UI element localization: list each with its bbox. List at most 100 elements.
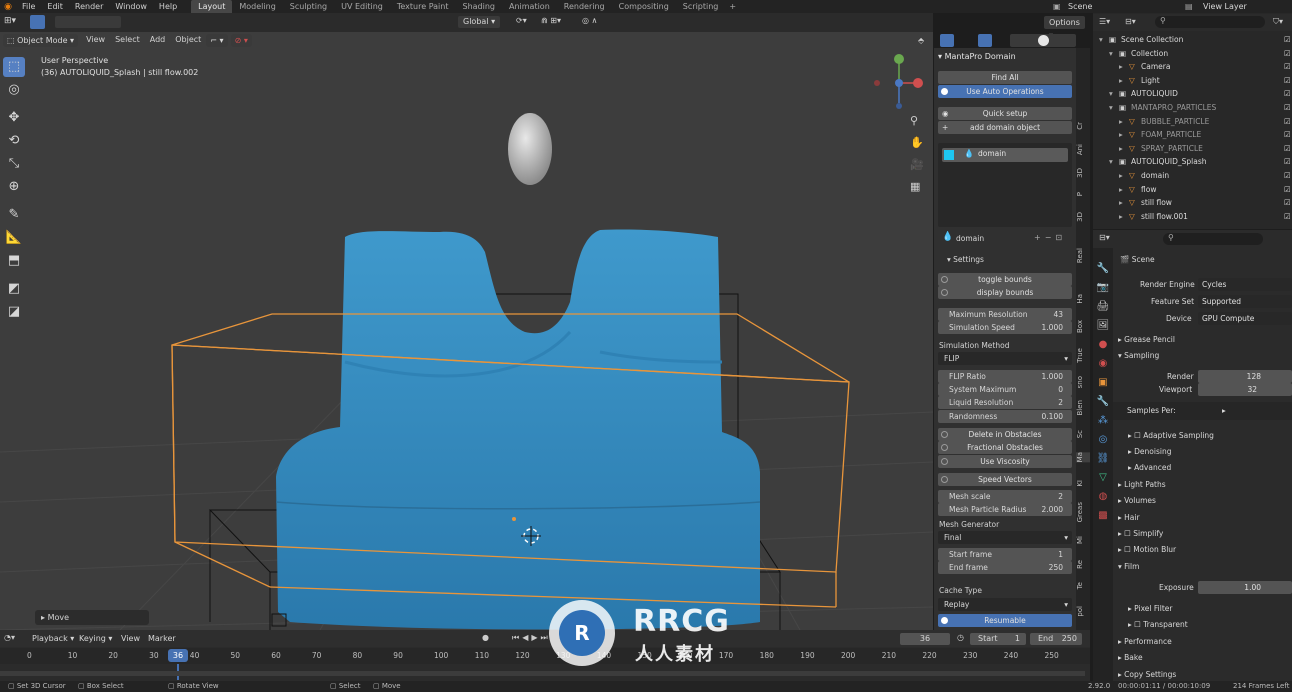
clock-icon[interactable]: ◷: [957, 633, 964, 642]
last-operator-panel[interactable]: ▸ Move: [35, 610, 149, 625]
start-frame-timeline-field[interactable]: Start 1: [970, 633, 1026, 645]
feature-set-select[interactable]: Supported: [1198, 295, 1292, 308]
expand-chevron-icon[interactable]: ▸: [1119, 210, 1123, 223]
proportional-edit-icon[interactable]: ◎ ∧: [582, 16, 597, 25]
visibility-checkbox-icon[interactable]: ☑: [1284, 128, 1291, 141]
outliner-row[interactable]: ▸ ▽ SPRAY_PARTICLE ☑: [1093, 142, 1292, 155]
render-engine-select[interactable]: Cycles: [1198, 278, 1292, 291]
visibility-checkbox-icon[interactable]: ☑: [1284, 196, 1291, 209]
sidebar-tab-ani[interactable]: Ani: [1076, 144, 1090, 155]
overlays-toggle-icon[interactable]: [978, 34, 992, 47]
data-tab-icon[interactable]: ▽: [1093, 468, 1113, 487]
navigation-gizmo[interactable]: [874, 54, 923, 109]
copy-settings-panel[interactable]: ▸ Copy Settings: [1118, 668, 1176, 681]
workspace-tab-sculpting[interactable]: Sculpting: [283, 0, 334, 13]
transparent-panel[interactable]: ▸ ☐ Transparent: [1128, 618, 1188, 631]
domain-list-item[interactable]: 💧 domain: [942, 148, 1068, 162]
menu-edit[interactable]: Edit: [41, 0, 69, 13]
extra-tool-2-icon[interactable]: ◪: [3, 302, 25, 322]
fluid-mesh[interactable]: [276, 229, 760, 630]
viewport-menu-view[interactable]: View: [81, 31, 110, 49]
display-bounds-button[interactable]: display bounds: [938, 286, 1072, 299]
expand-chevron-icon[interactable]: ▸: [1119, 74, 1123, 87]
playhead-frame-badge[interactable]: 36: [168, 649, 188, 662]
add-cube-tool-icon[interactable]: ⬒: [3, 251, 25, 271]
visibility-checkbox-icon[interactable]: ☑: [1284, 155, 1291, 168]
resumable-toggle[interactable]: Resumable: [938, 614, 1072, 627]
delete-in-obstacles-toggle[interactable]: Delete in Obstacles: [938, 428, 1072, 441]
flip-ratio-field[interactable]: FLIP Ratio 1.000: [938, 370, 1072, 383]
outliner-row[interactable]: ▾ ▣ Collection ☑: [1093, 47, 1292, 60]
render-tab-icon[interactable]: 📷: [1093, 278, 1113, 297]
record-icon[interactable]: ●: [482, 633, 489, 642]
workspace-tab-scripting[interactable]: Scripting: [676, 0, 726, 13]
output-tab-icon[interactable]: 🖨: [1093, 297, 1113, 316]
use-viscosity-toggle[interactable]: Use Viscosity: [938, 455, 1072, 468]
expand-chevron-icon[interactable]: ▸: [1119, 183, 1123, 196]
workspace-tab-shading[interactable]: Shading: [455, 0, 502, 13]
outliner-row[interactable]: ▾ ▣ AUTOLIQUID ☑: [1093, 87, 1292, 100]
properties-search-input[interactable]: [1163, 233, 1263, 245]
add-workspace-icon[interactable]: +: [725, 2, 740, 11]
sidebar-tab-re[interactable]: Re: [1076, 560, 1090, 569]
mesh-scale-field[interactable]: Mesh scale 2: [938, 490, 1072, 503]
menu-help[interactable]: Help: [153, 0, 183, 13]
start-frame-field[interactable]: Start frame 1: [938, 548, 1072, 561]
workspace-tab-modeling[interactable]: Modeling: [232, 0, 282, 13]
tool-tab-icon[interactable]: 🔧: [1093, 259, 1113, 278]
modifier-tab-icon[interactable]: 🔧: [1093, 392, 1113, 411]
grease-pencil-panel[interactable]: ▸ Grease Pencil: [1118, 333, 1175, 346]
workspace-tab-texture-paint[interactable]: Texture Paint: [390, 0, 456, 13]
outliner-row[interactable]: ▾ ▣ AUTOLIQUID_Splash ☑: [1093, 155, 1292, 168]
properties-editor-icon[interactable]: ⊟▾: [1099, 233, 1110, 242]
visibility-checkbox-icon[interactable]: ☑: [1284, 47, 1291, 60]
outliner-row[interactable]: ▾ ▣ MANTAPRO_PARTICLES ☑: [1093, 101, 1292, 114]
visibility-checkbox-icon[interactable]: ☑: [1284, 183, 1291, 196]
expand-chevron-icon[interactable]: ▸: [1119, 196, 1123, 209]
device-select[interactable]: GPU Compute: [1198, 312, 1292, 325]
overlay-shading-icon[interactable]: ⊘ ▾: [230, 33, 252, 47]
editor-type-icon[interactable]: ⊞▾: [4, 16, 16, 26]
visibility-checkbox-icon[interactable]: ☑: [1284, 87, 1291, 100]
sidebar-tab-real[interactable]: Real: [1076, 248, 1090, 263]
select-mode-button[interactable]: [30, 15, 45, 29]
settings-subpanel-header[interactable]: ▾ Settings: [947, 255, 984, 264]
timeline-menu-playback[interactable]: Playback ▾: [32, 634, 74, 643]
cursor-tool-icon[interactable]: ◎: [3, 80, 25, 100]
volumes-panel[interactable]: ▸ Volumes: [1118, 494, 1156, 507]
visibility-checkbox-icon[interactable]: ☑: [1284, 60, 1291, 73]
speed-vectors-toggle[interactable]: Speed Vectors: [938, 473, 1072, 486]
outliner-search-input[interactable]: [1155, 16, 1265, 28]
expand-chevron-icon[interactable]: ▸: [1119, 60, 1123, 73]
cache-type-select[interactable]: Replay ▾: [938, 598, 1072, 611]
maximum-resolution-field[interactable]: Maximum Resolution 43: [938, 308, 1072, 321]
performance-panel[interactable]: ▸ Performance: [1118, 635, 1172, 648]
advanced-panel[interactable]: ▸ Advanced: [1128, 461, 1171, 474]
sidebar-tab-mi[interactable]: Mi: [1076, 536, 1090, 544]
particles-tab-icon[interactable]: ⁂: [1093, 411, 1113, 430]
view-layer-tab-icon[interactable]: 🖼: [1093, 316, 1113, 335]
transform-tool-icon[interactable]: ⊕: [3, 177, 25, 197]
outliner-row[interactable]: ▸ ▽ flow ☑: [1093, 183, 1292, 196]
hair-panel[interactable]: ▸ Hair: [1118, 511, 1140, 524]
expand-chevron-icon[interactable]: ▾: [1109, 47, 1113, 60]
visibility-checkbox-icon[interactable]: ☑: [1284, 115, 1291, 128]
sidebar-tab-greas[interactable]: Greas: [1076, 502, 1090, 522]
timeline-scrollbar[interactable]: [0, 671, 1085, 676]
add-domain-object-button[interactable]: + add domain object: [938, 121, 1072, 134]
visibility-checkbox-icon[interactable]: ☑: [1284, 33, 1291, 46]
randomness-field[interactable]: Randomness 0.100: [938, 410, 1072, 423]
measure-tool-icon[interactable]: 📐: [3, 228, 25, 248]
xray-toggle-icon[interactable]: [940, 34, 954, 47]
gizmo-toggle-icon[interactable]: ⌐ ▾: [206, 33, 228, 47]
viewport-samples-field[interactable]: 32: [1198, 383, 1292, 396]
outliner-row[interactable]: ▸ ▽ still flow.001 ☑: [1093, 210, 1292, 223]
liquid-resolution-field[interactable]: Liquid Resolution 2: [938, 396, 1072, 409]
menu-render[interactable]: Render: [69, 0, 109, 13]
toggle-bounds-button[interactable]: toggle bounds: [938, 273, 1072, 286]
world-tab-icon[interactable]: ◉: [1093, 354, 1113, 373]
outliner-row[interactable]: ▸ ▽ BUBBLE_PARTICLE ☑: [1093, 115, 1292, 128]
expand-chevron-icon[interactable]: ▾: [1109, 101, 1113, 114]
timeline-menu-keying[interactable]: Keying ▾: [79, 634, 112, 643]
mesh-generator-select[interactable]: Final ▾: [938, 531, 1072, 544]
